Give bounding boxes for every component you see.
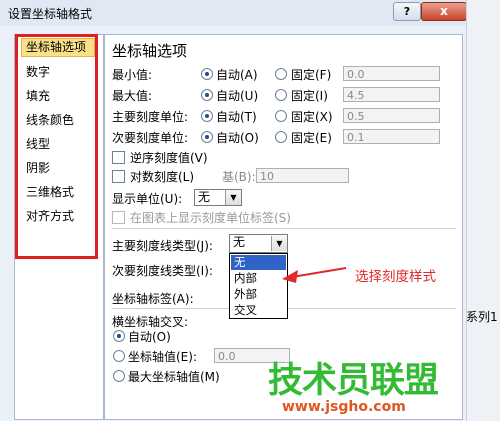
major-unit-auto-radio[interactable] xyxy=(201,110,213,122)
annotation-text: 选择刻度样式 xyxy=(355,269,436,285)
log-base-field[interactable]: 10 xyxy=(256,168,349,183)
window-title: 设置坐标轴格式 xyxy=(8,7,93,21)
minor-unit-label: 次要刻度单位: xyxy=(112,131,189,145)
max-auto-radio[interactable] xyxy=(201,89,213,101)
cross-value-radio[interactable] xyxy=(113,350,125,362)
major-tick-type-label: 主要刻度线类型(J): xyxy=(112,239,213,253)
minor-unit-fixed-radio[interactable] xyxy=(275,131,287,143)
major-unit-label: 主要刻度单位: xyxy=(112,110,189,124)
major-tick-type-select[interactable]: 无 ▼ xyxy=(229,234,288,253)
cross-max-radio[interactable] xyxy=(113,370,125,382)
dropdown-option-outside[interactable]: 外部 xyxy=(231,287,286,302)
chevron-down-icon: ▼ xyxy=(225,190,241,205)
display-units-value: 无 xyxy=(198,190,211,204)
min-value-label: 最小值: xyxy=(112,68,153,82)
min-fixed-label: 固定(F) xyxy=(291,68,332,82)
cross-value-label: 坐标轴值(E): xyxy=(128,350,197,364)
section-title: 坐标轴选项 xyxy=(112,42,188,60)
minor-tick-type-label: 次要刻度线类型(I): xyxy=(112,264,213,278)
log-scale-label: 对数刻度(L) xyxy=(130,170,195,184)
axis-labels-label: 坐标轴标签(A): xyxy=(112,292,194,306)
max-value-label: 最大值: xyxy=(112,89,153,103)
cross-auto-radio[interactable] xyxy=(113,330,125,342)
cross-auto-label: 自动(O) xyxy=(128,330,171,344)
min-fixed-radio[interactable] xyxy=(275,68,287,80)
minor-unit-auto-label: 自动(O) xyxy=(216,131,259,145)
background-worksheet xyxy=(466,0,500,421)
show-units-label: 在图表上显示刻度单位标签(S) xyxy=(130,211,291,225)
log-scale-checkbox[interactable] xyxy=(112,170,125,183)
highlight-box-nav xyxy=(15,34,98,259)
min-auto-label: 自动(A) xyxy=(216,68,258,82)
cross-max-label: 最大坐标轴值(M) xyxy=(128,370,220,384)
reverse-label: 逆序刻度值(V) xyxy=(130,151,208,165)
chevron-down-icon: ▼ xyxy=(271,236,287,251)
series-label: 系列1 xyxy=(466,310,498,324)
min-value-field[interactable]: 0.0 xyxy=(343,66,440,81)
help-button[interactable]: ? xyxy=(393,2,421,21)
dropdown-option-cross[interactable]: 交叉 xyxy=(231,303,286,318)
show-units-checkbox[interactable] xyxy=(112,211,125,224)
close-button[interactable]: x xyxy=(421,2,467,21)
max-fixed-radio[interactable] xyxy=(275,89,287,101)
display-units-select[interactable]: 无 ▼ xyxy=(194,189,242,206)
major-unit-field[interactable]: 0.5 xyxy=(343,108,440,123)
major-unit-auto-label: 自动(T) xyxy=(216,110,257,124)
min-auto-radio[interactable] xyxy=(201,68,213,80)
watermark-logo: 技术员联盟 xyxy=(268,361,439,401)
major-tick-type-value: 无 xyxy=(233,235,246,249)
annotation-arrow-icon xyxy=(282,267,347,283)
major-unit-fixed-radio[interactable] xyxy=(275,110,287,122)
watermark-url: www.jsgho.com xyxy=(282,399,406,415)
major-unit-fixed-label: 固定(X) xyxy=(291,110,333,124)
divider xyxy=(112,228,456,229)
reverse-checkbox[interactable] xyxy=(112,151,125,164)
max-auto-label: 自动(U) xyxy=(216,89,259,103)
minor-unit-field[interactable]: 0.1 xyxy=(343,129,440,144)
log-base-label: 基(B): xyxy=(222,170,256,184)
minor-unit-fixed-label: 固定(E) xyxy=(291,131,332,145)
max-fixed-label: 固定(I) xyxy=(291,89,328,103)
minor-unit-auto-radio[interactable] xyxy=(201,131,213,143)
display-units-label: 显示单位(U): xyxy=(112,192,183,206)
max-value-field[interactable]: 4.5 xyxy=(343,87,440,102)
